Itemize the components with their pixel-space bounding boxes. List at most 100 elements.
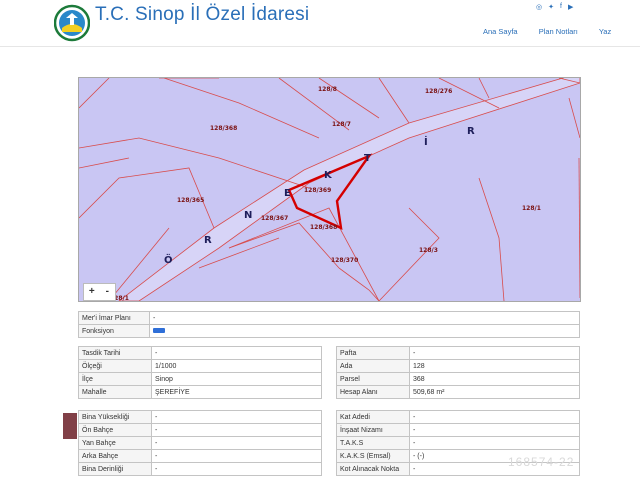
watermark-text: 168574-22 [508,455,575,469]
table-row: Yan Bahçe - [78,436,322,450]
instagram-icon[interactable]: ◎ [536,3,542,11]
nav-more[interactable]: Yaz [599,27,611,36]
field-label: Mahalle [78,385,152,399]
field-label: Yan Bahçe [78,436,152,450]
plan-value: - [149,311,580,325]
field-value: 128 [409,359,580,373]
field-value: - [151,346,322,360]
road-letter: K [324,170,333,181]
field-label: Hesap Alanı [336,385,410,399]
road-letter: R [467,126,475,137]
parcel-map[interactable]: Ö R N E K T İ R 128/8 128/276 128/368 128/7 128/369… [78,77,581,302]
field-value: Sinop [151,372,322,386]
parcel-table: Pafta - Ada 128 Parsel 368 Hesap Alanı 509,68 m… [336,346,580,399]
field-value: - [409,410,580,424]
function-value [149,324,580,338]
parcel-label: 128/7 [332,121,351,128]
table-row: Fonksiyon [78,324,580,338]
field-label: Pafta [336,346,410,360]
parcel-label: 128/276 [425,88,452,95]
parcel-label: 128/369 [304,187,331,194]
nav-home[interactable]: Ana Sayfa [483,27,518,36]
field-label: Bina Yüksekliği [78,410,152,424]
table-row: İnşaat Nizamı - [336,423,580,437]
parcel-label: 128/365 [177,197,204,204]
field-label: Parsel [336,372,410,386]
table-row: Tasdik Tarihi - [78,346,322,360]
road-letter: Ö [164,252,173,266]
road-letter: E [284,188,291,199]
site-header: T.C. Sinop İl Özel İdaresi ◎ ✦ f ▶ Ana Sayf… [0,0,640,47]
page-title: T.C. Sinop İl Özel İdaresi [95,4,310,25]
function-color-badge [153,328,165,334]
field-label: Bina Derinliği [78,462,152,476]
table-row: Mahalle ŞEREFİYE [78,385,322,399]
plan-table: Mer'i İmar Planı - Fonksiyon [78,311,580,338]
field-value: - [151,449,322,463]
table-row: Bina Derinliği - [78,462,322,476]
field-label: T.A.K.S [336,436,410,450]
parcel-label: 128/368 [310,224,337,231]
field-label: Ölçeği [78,359,152,373]
plan-label: Mer'i İmar Planı [78,311,150,325]
watermark-logo [63,413,77,439]
road-letter: İ [424,134,428,148]
field-value: 509,68 m² [409,385,580,399]
road-name: Ö R N E K T İ R [164,126,475,266]
twitter-icon[interactable]: ✦ [548,3,554,11]
field-label: Kat Adedi [336,410,410,424]
map-canvas[interactable]: Ö R N E K T İ R 128/8 128/276 128/368 128/7 128/369… [79,78,580,301]
zoom-control: + - [83,283,116,301]
road-letter: T [364,153,371,164]
table-row: Ölçeği 1/1000 [78,359,322,373]
parcel-label: 128/1 [522,205,541,212]
road-letter: R [204,235,212,246]
field-label: Ön Bahçe [78,423,152,437]
field-value: - [151,436,322,450]
parcel-label: 128/370 [331,257,358,264]
field-label: Kot Alınacak Nokta [336,462,410,476]
main-nav: Ana Sayfa Plan Notları Yaz [483,27,630,36]
field-value: - [151,410,322,424]
zoom-out-button[interactable]: - [100,284,116,300]
table-row: Ön Bahçe - [78,423,322,437]
field-label: Ada [336,359,410,373]
parcel-label: 128/3 [419,247,438,254]
field-value: - [409,436,580,450]
table-row: Mer'i İmar Planı - [78,311,580,325]
parcel-label: 128/367 [261,215,288,222]
zoom-in-button[interactable]: + [84,284,100,300]
field-value: ŞEREFİYE [151,385,322,399]
table-row: Hesap Alanı 509,68 m² [336,385,580,399]
nav-plan-notes[interactable]: Plan Notları [539,27,578,36]
table-row: İlçe Sinop [78,372,322,386]
field-value: - [151,423,322,437]
table-row: Parsel 368 [336,372,580,386]
table-row: Kat Adedi - [336,410,580,424]
function-label: Fonksiyon [78,324,150,338]
logo[interactable] [53,4,91,42]
field-label: İlçe [78,372,152,386]
field-label: Tasdik Tarihi [78,346,152,360]
field-label: Arka Bahçe [78,449,152,463]
youtube-icon[interactable]: ▶ [568,3,573,11]
field-value: 1/1000 [151,359,322,373]
road-letter: N [244,210,252,221]
table-row: Bina Yüksekliği - [78,410,322,424]
field-value: - [409,423,580,437]
location-table: Tasdik Tarihi - Ölçeği 1/1000 İlçe Sinop Mahal… [78,346,322,399]
field-value: - [151,462,322,476]
parcel-label: 128/368 [210,125,237,132]
social-links: ◎ ✦ f ▶ [536,3,573,11]
field-value: - [409,346,580,360]
table-row: Pafta - [336,346,580,360]
table-row: T.A.K.S - [336,436,580,450]
building-table: Bina Yüksekliği - Ön Bahçe - Yan Bahçe - Arka … [78,410,322,476]
table-row: Ada 128 [336,359,580,373]
table-row: Arka Bahçe - [78,449,322,463]
facebook-icon[interactable]: f [560,3,562,11]
field-label: K.A.K.S (Emsal) [336,449,410,463]
field-value: 368 [409,372,580,386]
parcel-label: 128/8 [318,86,337,93]
field-label: İnşaat Nizamı [336,423,410,437]
